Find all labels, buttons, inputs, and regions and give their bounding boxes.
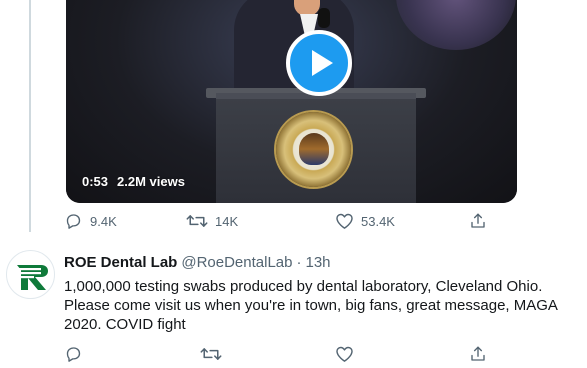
share-icon: [471, 346, 485, 361]
retweet-icon: [200, 348, 222, 360]
retweet-button[interactable]: [200, 345, 222, 363]
reply-button[interactable]: [64, 345, 83, 363]
reply-icon: [66, 347, 81, 362]
like-button[interactable]: 53.4K: [335, 212, 395, 230]
tweet-timestamp[interactable]: 13h: [306, 254, 331, 271]
retweet-icon: [186, 215, 208, 227]
reply-icon: [66, 214, 81, 229]
tweet-header: ROE Dental Lab @RoeDentalLab · 13h: [64, 254, 331, 271]
reply-button[interactable]: 9.4K: [64, 212, 117, 230]
separator-dot: ·: [296, 254, 302, 271]
share-button[interactable]: [469, 212, 487, 230]
video-player[interactable]: [66, 0, 517, 203]
seal-emblem: [299, 133, 329, 165]
roe-logo-icon: [17, 265, 48, 290]
play-button[interactable]: [286, 30, 352, 96]
thread-line: [29, 0, 31, 232]
share-icon: [471, 213, 485, 228]
like-icon: [336, 213, 353, 229]
video-meta: 0:53 2.2M views: [82, 174, 185, 189]
avatar[interactable]: [6, 250, 55, 299]
microphone: [318, 8, 330, 28]
tweet-text: 1,000,000 testing swabs produced by dent…: [64, 278, 558, 333]
like-count: 53.4K: [361, 213, 395, 229]
tweet-actions: [64, 345, 489, 365]
share-button[interactable]: [469, 345, 487, 363]
user-handle[interactable]: @RoeDentalLab: [181, 254, 292, 271]
video-tweet-actions: 9.4K 14K 53.4K: [64, 212, 489, 232]
like-icon: [336, 346, 353, 362]
retweet-button[interactable]: 14K: [186, 212, 238, 230]
video-views: 2.2M views: [117, 174, 185, 189]
display-name[interactable]: ROE Dental Lab: [64, 254, 177, 271]
video-duration: 0:53: [82, 174, 109, 189]
reply-count: 9.4K: [90, 213, 117, 229]
like-button[interactable]: [335, 345, 354, 363]
retweet-count: 14K: [215, 213, 239, 229]
play-icon: [312, 50, 333, 76]
